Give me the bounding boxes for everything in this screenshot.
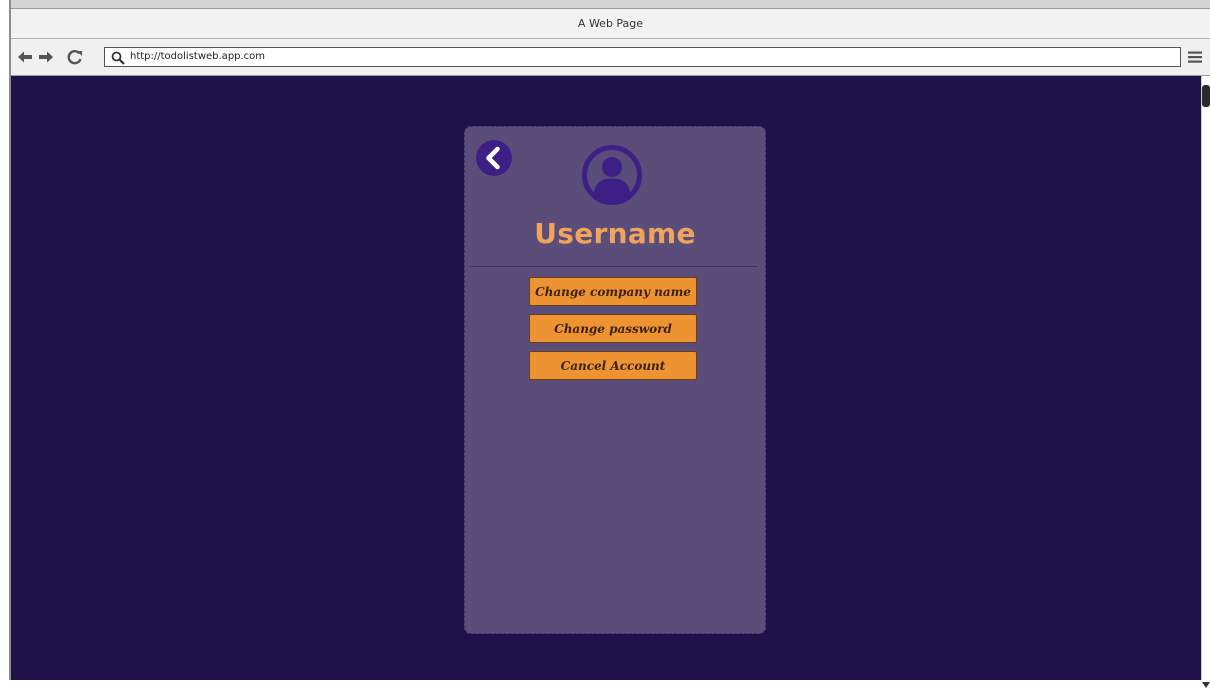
window-top-strip [11, 0, 1210, 8]
refresh-icon[interactable] [67, 49, 83, 65]
cancel-account-button[interactable]: Cancel Account [529, 351, 697, 380]
search-icon [111, 50, 125, 65]
back-icon[interactable] [475, 139, 513, 177]
title-bar: A Web Page [11, 8, 1210, 39]
change-password-button[interactable]: Change password [529, 314, 697, 343]
browser-window: A Web Page http://todolistweb.app.com Us… [9, 0, 1210, 688]
url-text[interactable]: http://todolistweb.app.com [130, 50, 265, 64]
arrow-right-icon[interactable] [38, 49, 54, 65]
profile-card: Username Change company name Change pass… [464, 126, 766, 634]
user-circle-icon [580, 143, 644, 207]
url-bar[interactable]: http://todolistweb.app.com [104, 47, 1181, 67]
scrollbar-thumb[interactable] [1202, 85, 1210, 107]
window-title: A Web Page [577, 17, 644, 30]
divider [470, 266, 758, 267]
scroll-up-arrow-icon[interactable] [1202, 77, 1210, 92]
page-content: Username Change company name Change pass… [11, 76, 1201, 680]
arrow-left-icon[interactable] [17, 49, 33, 65]
username-heading: Username [534, 217, 696, 250]
hamburger-menu-icon[interactable] [1187, 49, 1203, 65]
navigation-bar: http://todolistweb.app.com [11, 39, 1210, 76]
scroll-down-arrow-icon[interactable] [1202, 673, 1210, 688]
change-company-name-button[interactable]: Change company name [529, 277, 697, 306]
vertical-scrollbar[interactable] [1201, 76, 1210, 688]
